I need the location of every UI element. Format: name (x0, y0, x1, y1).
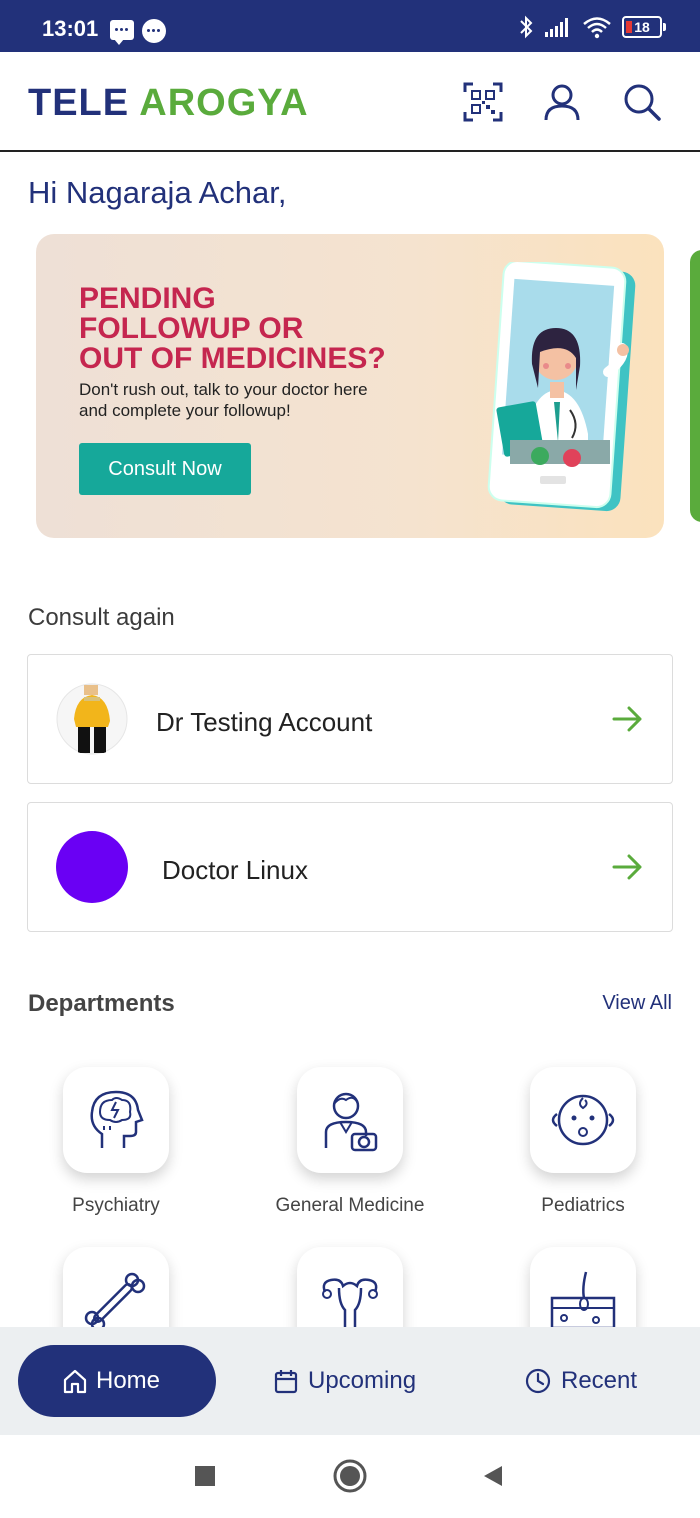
consult-again-title: Consult again (28, 604, 175, 631)
search-icon[interactable] (622, 82, 662, 122)
doctor-stethoscope-icon (324, 1092, 378, 1152)
consult-now-button[interactable]: Consult Now (79, 443, 251, 495)
chat-notification-icon (142, 19, 166, 43)
department-label: General Medicine (275, 1195, 425, 1216)
arrow-right-icon[interactable] (612, 703, 644, 735)
promo-banner[interactable]: PENDING FOLLOWUP OR OUT OF MEDICINES? Do… (36, 234, 664, 538)
bottom-navigation: Home Upcoming Recent (0, 1327, 700, 1435)
clock-icon (525, 1368, 551, 1394)
skin-hair-icon (550, 1271, 616, 1330)
wifi-icon (583, 17, 611, 39)
battery-icon: 18 (622, 16, 666, 38)
greeting-text: Hi Nagaraja Achar, (28, 175, 287, 210)
arrow-right-icon[interactable] (612, 851, 644, 883)
status-time: 13:01 (42, 16, 99, 41)
message-notification-icon (110, 20, 134, 45)
nav-upcoming-button[interactable]: Upcoming (274, 1345, 416, 1417)
doctor-card-testing-account[interactable]: Dr Testing Account (27, 654, 673, 784)
back-icon[interactable] (482, 1464, 504, 1488)
nav-home-button[interactable]: Home (18, 1345, 216, 1417)
profile-icon[interactable] (542, 82, 582, 122)
department-psychiatry[interactable]: Psychiatry (16, 1067, 216, 1217)
nav-recent-button[interactable]: Recent (525, 1345, 637, 1417)
bluetooth-icon (520, 15, 533, 39)
doctor-name: Dr Testing Account (156, 707, 373, 737)
home-icon (63, 1369, 87, 1394)
calendar-icon (274, 1370, 298, 1394)
uterus-icon (322, 1278, 378, 1328)
doctor-avatar (56, 683, 128, 755)
nav-home-label: Home (96, 1367, 161, 1394)
system-navigation-bar (0, 1435, 700, 1518)
status-bar: 13:01 18 (0, 0, 700, 52)
department-label: Pediatrics (541, 1195, 625, 1216)
department-general-medicine[interactable]: General Medicine (250, 1067, 450, 1217)
logo-text-arogya: AROGYA (139, 82, 309, 124)
nav-upcoming-label: Upcoming (308, 1367, 417, 1394)
recent-apps-icon[interactable] (194, 1465, 216, 1487)
brain-head-icon (90, 1090, 144, 1148)
next-banner-peek[interactable] (690, 250, 700, 522)
department-pediatrics[interactable]: Pediatrics (483, 1067, 683, 1217)
qr-code-icon[interactable] (463, 82, 503, 122)
app-header: TELE AROGYA (0, 52, 700, 152)
doctor-card-linux[interactable]: Doctor Linux (27, 802, 673, 932)
nav-recent-label: Recent (561, 1367, 638, 1394)
bone-icon (84, 1272, 146, 1332)
app-logo: TELE AROGYA (28, 82, 309, 125)
status-icons: 18 (518, 14, 666, 40)
view-all-link[interactable]: View All (602, 992, 672, 1015)
departments-title: Departments (28, 990, 175, 1017)
department-label: Psychiatry (72, 1195, 160, 1216)
doctor-avatar (56, 831, 128, 903)
doctor-phone-illustration (487, 262, 636, 512)
logo-text-tele: TELE (28, 82, 130, 124)
baby-face-icon (551, 1094, 615, 1146)
signal-icon (545, 18, 568, 37)
banner-title: PENDING FOLLOWUP OR OUT OF MEDICINES? (79, 282, 386, 375)
home-system-icon[interactable] (333, 1459, 367, 1493)
banner-subtitle: Don't rush out, talk to your doctor here… (79, 380, 368, 420)
doctor-name: Doctor Linux (162, 855, 308, 885)
